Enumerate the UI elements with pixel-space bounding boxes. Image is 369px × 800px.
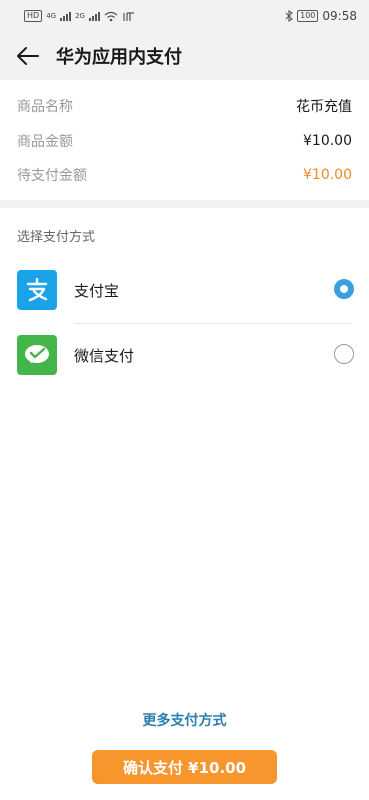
network-type-1: 4G bbox=[46, 12, 57, 20]
page-title: 华为应用内支付 bbox=[56, 47, 182, 68]
status-bar: HD 4G 2G 100 09:58 bbox=[0, 0, 369, 32]
wechat-pay-icon bbox=[25, 345, 49, 363]
wechat-pay-option[interactable]: 微信支付 bbox=[0, 325, 369, 385]
payment-method-card: 选择支付方式 支付宝 微信支付 更多支付方式 确认支付 ¥10.00 bbox=[0, 208, 369, 800]
product-amount-value: ¥10.00 bbox=[303, 133, 352, 149]
amount-due-value: ¥10.00 bbox=[303, 167, 352, 183]
hd-badge: HD bbox=[24, 10, 43, 22]
wechat-pay-label: 微信支付 bbox=[74, 347, 135, 365]
battery-icon: 100 bbox=[297, 10, 319, 22]
amount-due-row: 待支付金额 ¥10.00 bbox=[17, 165, 352, 185]
wechat-pay-radio[interactable] bbox=[334, 344, 354, 364]
alipay-label: 支付宝 bbox=[74, 282, 120, 300]
product-name-label: 商品名称 bbox=[17, 99, 73, 115]
wifi-icon bbox=[104, 11, 118, 21]
clock: 09:58 bbox=[322, 9, 357, 23]
amount-due-label: 待支付金额 bbox=[17, 168, 87, 184]
network-type-2: 2G bbox=[75, 12, 85, 20]
app-header: 华为应用内支付 bbox=[0, 32, 369, 80]
alipay-radio[interactable] bbox=[334, 279, 354, 299]
signal-icon-2 bbox=[88, 11, 100, 21]
option-divider bbox=[74, 323, 352, 324]
listen-icon bbox=[123, 11, 134, 21]
wechat-pay-logo bbox=[17, 335, 57, 375]
order-info-card: 商品名称 花币充值 商品金额 ¥10.00 待支付金额 ¥10.00 bbox=[0, 80, 369, 200]
status-right: 100 09:58 bbox=[285, 9, 357, 23]
signal-icon bbox=[60, 11, 72, 21]
more-payment-methods-link[interactable]: 更多支付方式 bbox=[0, 710, 369, 730]
product-amount-label: 商品金额 bbox=[17, 134, 73, 150]
back-button[interactable] bbox=[0, 32, 56, 80]
product-amount-row: 商品金额 ¥10.00 bbox=[17, 131, 352, 151]
bluetooth-icon bbox=[285, 10, 293, 22]
confirm-payment-button[interactable]: 确认支付 ¥10.00 bbox=[92, 750, 277, 784]
product-name-row: 商品名称 花币充值 bbox=[17, 96, 352, 116]
product-name-value: 花币充值 bbox=[296, 99, 352, 115]
status-left: HD 4G 2G bbox=[24, 10, 136, 22]
alipay-option[interactable]: 支付宝 bbox=[0, 260, 369, 320]
back-arrow-icon bbox=[17, 47, 39, 65]
payment-section-title: 选择支付方式 bbox=[17, 230, 96, 245]
alipay-logo bbox=[17, 270, 57, 310]
alipay-icon bbox=[26, 278, 48, 302]
